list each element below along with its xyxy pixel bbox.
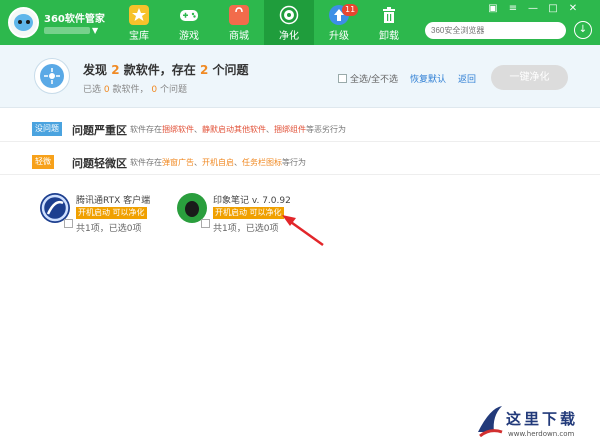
checkbox-icon[interactable]: [338, 74, 347, 83]
app-card-rtx[interactable]: 腾讯通RTX 客户端 开机启动 可以净化 共1项，已选0项: [40, 193, 170, 234]
purify-status-icon: [34, 58, 70, 94]
back-link[interactable]: 返回: [458, 72, 476, 85]
gamepad-icon: [179, 5, 199, 25]
nav-item-purify[interactable]: 净化: [264, 0, 314, 45]
app-name: 腾讯通RTX 客户端: [76, 196, 151, 206]
nav-item-upgrade[interactable]: 11 升级: [314, 0, 364, 45]
minor-issue-row: 轻微 问题轻微区 软件存在弹窗广告、开机自启、任务栏图标等行为: [0, 149, 600, 175]
minimize-icon[interactable]: —: [526, 3, 540, 15]
star-icon: [129, 5, 149, 25]
account-dropdown-icon[interactable]: ▼: [92, 27, 98, 35]
severe-badge: 没问题: [32, 122, 62, 136]
purify-icon: [279, 5, 299, 25]
nav-item-store[interactable]: 商城: [214, 0, 264, 45]
skin-icon[interactable]: ▣: [486, 3, 500, 15]
browser-search-input[interactable]: [425, 22, 566, 39]
account-name-blurred[interactable]: [44, 27, 90, 34]
nav-item-uninstall[interactable]: 卸载: [364, 0, 414, 45]
item-count: 共1项，已选0项: [213, 224, 279, 234]
app-title: 360软件管家: [44, 14, 105, 25]
maximize-icon[interactable]: □: [546, 3, 560, 15]
trash-icon: [379, 5, 399, 25]
watermark-url: www.herdown.com: [508, 430, 575, 438]
summary-subtitle: 已选 0 款软件， 0 个问题: [83, 85, 188, 95]
item-count: 共1项，已选0项: [76, 224, 142, 234]
app-card-evernote[interactable]: 印象笔记 v. 7.0.92 开机启动 可以净化 共1项，已选0项: [177, 193, 307, 234]
menu-icon[interactable]: ≡: [506, 3, 520, 15]
main-nav: 宝库 游戏 商城 净化 11 升级 卸载: [114, 0, 414, 45]
watermark: 这里下载 www.herdown.com: [470, 400, 600, 445]
close-icon[interactable]: ✕: [566, 3, 580, 15]
watermark-logo-icon: [478, 406, 503, 438]
summary-title: 发现 2 款软件，存在 2 个问题: [83, 63, 249, 77]
minor-description: 软件存在弹窗广告、开机自启、任务栏图标等行为: [130, 158, 306, 167]
mascot-avatar-icon[interactable]: [8, 7, 39, 38]
watermark-text: 这里下载: [506, 410, 579, 428]
download-circle-icon[interactable]: ↓: [574, 21, 592, 39]
nav-item-baoku[interactable]: 宝库: [114, 0, 164, 45]
minor-title: 问题轻微区: [72, 157, 127, 170]
app-name: 印象笔记 v. 7.0.92: [213, 196, 291, 206]
app-checkbox[interactable]: [64, 219, 73, 228]
severe-issue-row: 没问题 问题严重区 软件存在捆绑软件、静默启动其他软件、捆绑组件等恶劣行为: [0, 116, 600, 142]
app-checkbox[interactable]: [201, 219, 210, 228]
startup-tag: 开机启动 可以净化: [76, 207, 147, 219]
severe-description: 软件存在捆绑软件、静默启动其他软件、捆绑组件等恶劣行为: [130, 125, 346, 134]
shopping-bag-icon: [229, 5, 249, 25]
one-click-purify-button[interactable]: 一键净化: [491, 65, 568, 90]
nav-item-games[interactable]: 游戏: [164, 0, 214, 45]
severe-title: 问题严重区: [72, 124, 127, 137]
select-all-checkbox[interactable]: 全选/全不选: [338, 72, 398, 85]
top-bar: 360软件管家 ▼ 宝库 游戏 商城 净化 11 升级 卸载 360安全浏览器 …: [0, 0, 600, 45]
minor-badge: 轻微: [32, 155, 54, 169]
upgrade-count-badge: 11: [342, 4, 359, 16]
restore-default-link[interactable]: 恢复默认: [410, 72, 446, 85]
startup-tag: 开机启动 可以净化: [213, 207, 284, 219]
scan-summary: 发现 2 款软件，存在 2 个问题 已选 0 款软件， 0 个问题 全选/全不选…: [0, 45, 600, 108]
